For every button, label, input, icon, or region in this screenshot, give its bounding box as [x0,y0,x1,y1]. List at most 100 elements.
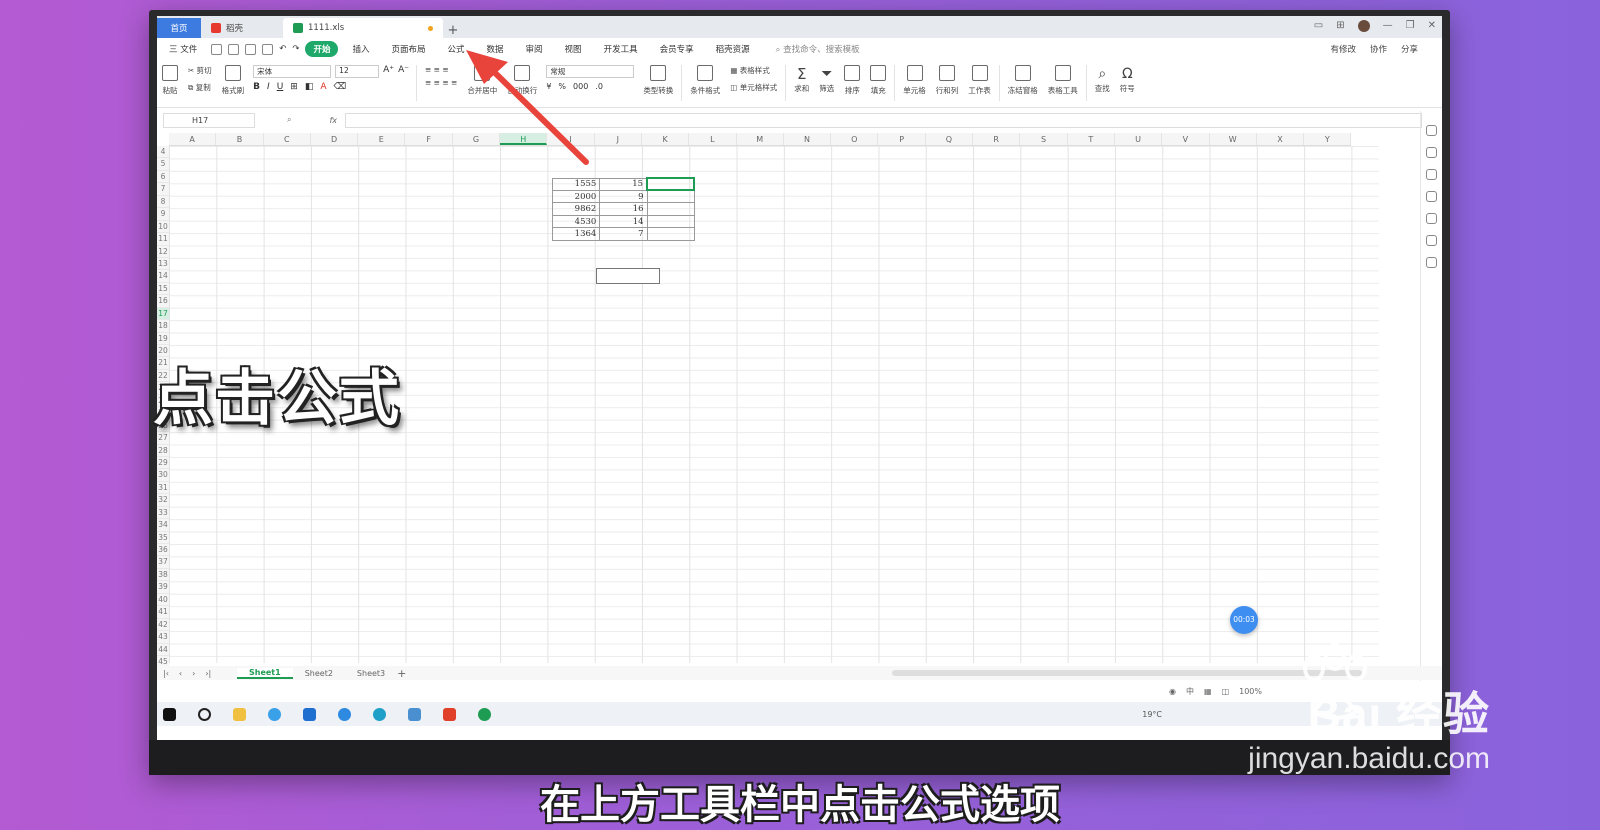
formula-input[interactable] [345,112,1422,128]
row-header[interactable]: 28 [157,445,169,457]
row-header[interactable]: 34 [157,519,169,532]
cell-h[interactable] [646,189,695,204]
folder-icon[interactable] [233,707,246,721]
row-header[interactable]: 40 [157,594,169,607]
row-header[interactable]: 35 [157,532,169,544]
row-header[interactable]: 30 [157,469,169,482]
worksheet-button[interactable]: 工作表 [963,65,996,96]
fill-button[interactable]: 填充 [865,65,891,96]
cell-button[interactable]: 单元格 [898,65,931,96]
row-header[interactable]: 10 [157,221,169,234]
row-header[interactable]: 39 [157,581,169,594]
column-header[interactable]: W [1210,133,1257,145]
currency-icon[interactable]: ¥ [546,82,551,91]
align-left-icon[interactable]: ≡ ≡ ≡ ≡ [425,78,457,87]
preview-icon[interactable] [262,43,274,55]
tab-workbook[interactable]: 1111.xls [283,18,443,38]
undo-icon[interactable]: ↶ [279,44,286,54]
windows-start-icon[interactable] [163,707,176,721]
row-header[interactable]: 41 [157,606,169,619]
row-header[interactable]: 43 [157,631,169,644]
row-header[interactable]: 19 [157,333,169,345]
row-header[interactable]: 8 [157,196,169,209]
sync-icon[interactable] [338,707,351,721]
row-header[interactable]: 31 [157,482,169,495]
tab-home[interactable]: 首页 [157,18,201,38]
row-header[interactable]: 7 [157,183,169,196]
column-header[interactable]: C [264,133,311,145]
row-header[interactable]: 15 [157,283,169,296]
export-icon[interactable] [228,43,240,55]
column-header[interactable]: O [831,133,879,145]
column-header[interactable]: Q [926,133,974,145]
border-icon[interactable]: ⊞ [290,82,298,92]
next-sheet-icon[interactable]: › [192,669,195,678]
cell-g[interactable]: 16 [599,202,648,216]
eye-icon[interactable]: ◉ [1169,687,1176,696]
table-tools-button[interactable]: 表格工具 [1043,65,1083,96]
sum-button[interactable]: Σ 求和 [789,65,814,94]
column-header[interactable]: G [453,133,501,145]
sheet-tab-1[interactable]: Sheet1 [237,667,293,679]
normal-view-icon[interactable]: ▦ [1204,687,1212,696]
wps-icon[interactable] [443,707,456,721]
menu-formulas[interactable]: 公式 [440,41,473,57]
row-header[interactable]: 6 [157,171,169,184]
column-header[interactable]: A [169,133,217,145]
number-format-select[interactable]: 常规 [546,65,635,78]
menu-data[interactable]: 数据 [479,41,512,57]
command-search[interactable]: ⌕ 查找命令、搜索模板 [776,43,860,55]
cell-f[interactable]: 9862 [551,202,601,216]
row-header[interactable]: 11 [157,233,169,246]
symbol-button[interactable]: Ω 符号 [1115,65,1140,94]
row-header[interactable]: 13 [157,258,169,271]
row-header[interactable]: 37 [157,556,169,569]
help-icon[interactable] [1426,169,1437,180]
column-header[interactable]: T [1068,133,1115,145]
menu-page-layout[interactable]: 页面布局 [383,41,433,57]
restore-icon[interactable]: ❐ [1406,20,1415,32]
notepad-icon[interactable] [408,707,421,721]
column-header[interactable]: H [500,133,548,145]
cell-g[interactable]: 15 [599,177,648,191]
cell-h[interactable] [646,176,696,192]
cell-h[interactable] [646,202,695,216]
cell-f[interactable]: 1555 [551,177,601,191]
menu-insert[interactable]: 插入 [344,41,377,57]
mail-icon[interactable] [303,707,316,721]
column-header[interactable]: D [311,133,359,145]
row-header[interactable]: 42 [157,619,169,632]
cell-style-button[interactable]: ◫ 单元格样式 [730,82,777,93]
column-header[interactable]: E [358,133,406,145]
shrink-font-icon[interactable]: A⁻ [398,65,409,78]
row-header[interactable]: 4 [157,146,169,159]
row-header[interactable]: 12 [157,246,169,258]
file-menu[interactable]: 三 文件 [161,41,205,57]
collaborate-button[interactable]: 协作 [1370,43,1387,55]
data-range[interactable]: 1555 15 2000 9 9862 16 4530 14 1364 7 [551,176,696,241]
style-icon[interactable] [1426,125,1437,136]
minimize-icon[interactable]: — [1383,20,1393,32]
layout-icon[interactable]: ▭ [1314,20,1323,32]
zoom-icon[interactable]: ⌕ [287,115,291,125]
row-header[interactable]: 14 [157,270,169,283]
cell-h[interactable] [646,214,695,229]
zoom-level[interactable]: 100% [1239,687,1262,696]
column-header[interactable]: N [784,133,832,145]
column-header[interactable]: R [973,133,1021,145]
apps-icon[interactable]: ⊞ [1336,20,1344,32]
edge-icon[interactable] [373,707,386,721]
clear-icon[interactable]: ⌫ [334,82,347,92]
add-sheet-button[interactable]: + [397,667,406,680]
wps-sheets-icon[interactable] [478,707,491,721]
print-icon[interactable] [245,43,257,55]
row-col-button[interactable]: 行和列 [931,65,964,96]
first-sheet-icon[interactable]: |‹ [163,669,169,678]
font-size-select[interactable]: 12 [335,65,380,78]
column-header[interactable]: L [689,133,737,145]
row-header[interactable]: 9 [157,208,169,221]
cell-g[interactable]: 7 [599,227,648,241]
column-header[interactable]: B [216,133,264,145]
page-view-icon[interactable]: ◫ [1222,687,1230,696]
column-header[interactable]: X [1257,133,1305,145]
